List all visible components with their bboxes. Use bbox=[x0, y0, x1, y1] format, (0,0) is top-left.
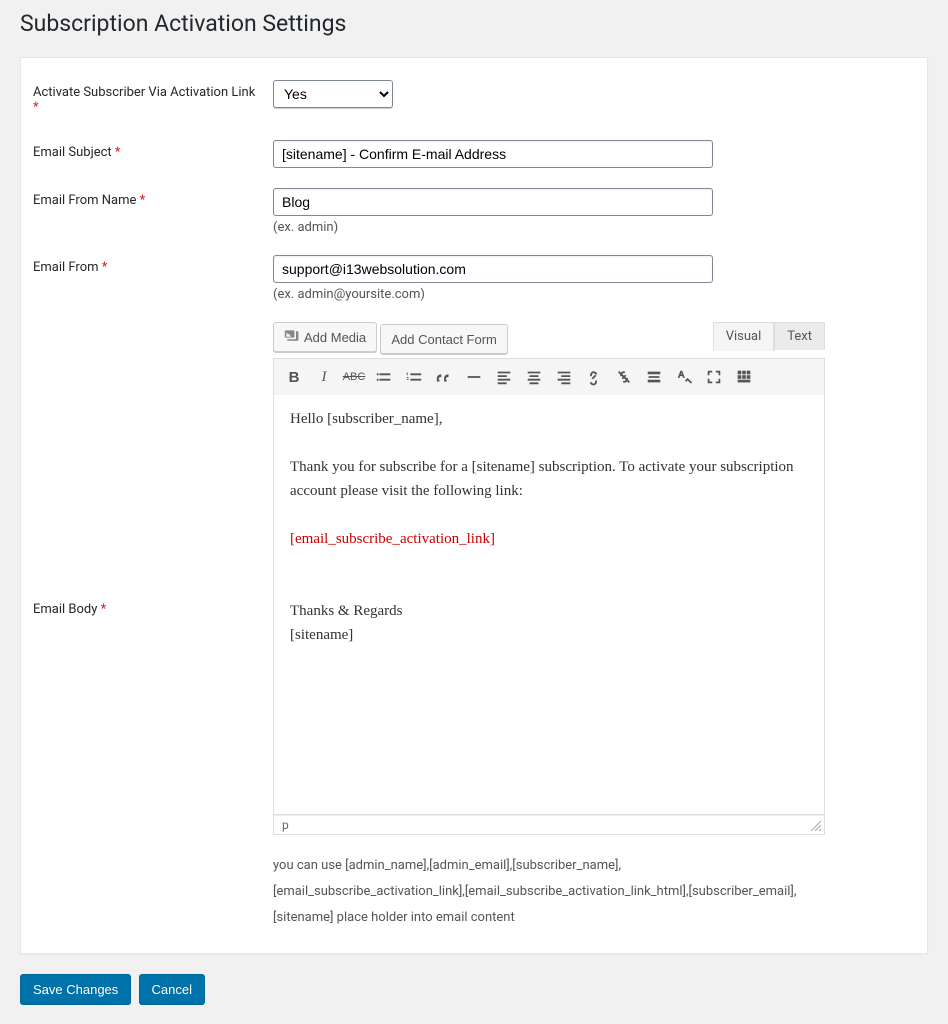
body-line: Thank you for subscribe for a [sitename]… bbox=[290, 455, 808, 503]
tab-visual[interactable]: Visual bbox=[713, 322, 775, 351]
body-line: Thanks & Regards bbox=[290, 599, 808, 623]
bullet-list-icon[interactable] bbox=[370, 363, 398, 391]
align-left-icon[interactable] bbox=[490, 363, 518, 391]
blockquote-icon[interactable] bbox=[430, 363, 458, 391]
email-body-editor[interactable]: Hello [subscriber_name], Thank you for s… bbox=[273, 395, 825, 815]
email-from-name-input[interactable] bbox=[273, 188, 713, 216]
activate-via-link-label: Activate Subscriber Via Activation Link … bbox=[33, 70, 273, 130]
align-right-icon[interactable] bbox=[550, 363, 578, 391]
hr-icon[interactable] bbox=[460, 363, 488, 391]
from-email-hint: (ex. admin@yoursite.com) bbox=[273, 287, 905, 302]
toolbar-toggle-icon[interactable] bbox=[730, 363, 758, 391]
settings-form: Activate Subscriber Via Activation Link … bbox=[20, 57, 928, 954]
email-from-label: Email From * bbox=[33, 245, 273, 312]
spellcheck-icon[interactable] bbox=[670, 363, 698, 391]
strikethrough-icon[interactable]: ABC bbox=[340, 363, 368, 391]
placeholders-helper: you can use [admin_name],[admin_email],[… bbox=[273, 853, 825, 931]
align-center-icon[interactable] bbox=[520, 363, 548, 391]
body-line: [sitename] bbox=[290, 623, 808, 647]
number-list-icon[interactable] bbox=[400, 363, 428, 391]
italic-icon[interactable]: I bbox=[310, 363, 338, 391]
readmore-icon[interactable] bbox=[640, 363, 668, 391]
fullscreen-icon[interactable] bbox=[700, 363, 728, 391]
email-from-input[interactable] bbox=[273, 255, 713, 283]
email-subject-label: Email Subject * bbox=[33, 130, 273, 178]
save-button[interactable]: Save Changes bbox=[20, 974, 131, 1004]
body-line: Hello [subscriber_name], bbox=[290, 407, 808, 431]
add-contact-form-button[interactable]: Add Contact Form bbox=[380, 324, 508, 354]
add-media-button[interactable]: Add Media bbox=[273, 322, 377, 352]
media-icon bbox=[284, 328, 300, 347]
body-activation-link: [email_subscribe_activation_link] bbox=[290, 527, 808, 551]
link-icon[interactable] bbox=[580, 363, 608, 391]
email-subject-input[interactable] bbox=[273, 140, 713, 168]
unlink-icon[interactable] bbox=[610, 363, 638, 391]
bold-icon[interactable]: B bbox=[280, 363, 308, 391]
email-body-label: Email Body * bbox=[33, 312, 273, 941]
from-name-hint: (ex. admin) bbox=[273, 220, 905, 235]
activate-via-link-select[interactable]: Yes bbox=[273, 80, 393, 108]
tab-text[interactable]: Text bbox=[774, 322, 825, 350]
page-title: Subscription Activation Settings bbox=[20, 10, 928, 37]
resize-handle-icon[interactable] bbox=[810, 820, 822, 832]
email-from-name-label: Email From Name * bbox=[33, 178, 273, 245]
editor-toolbar: B I ABC bbox=[273, 358, 825, 395]
cancel-button[interactable]: Cancel bbox=[139, 974, 205, 1004]
editor-statusbar: p bbox=[273, 815, 825, 835]
